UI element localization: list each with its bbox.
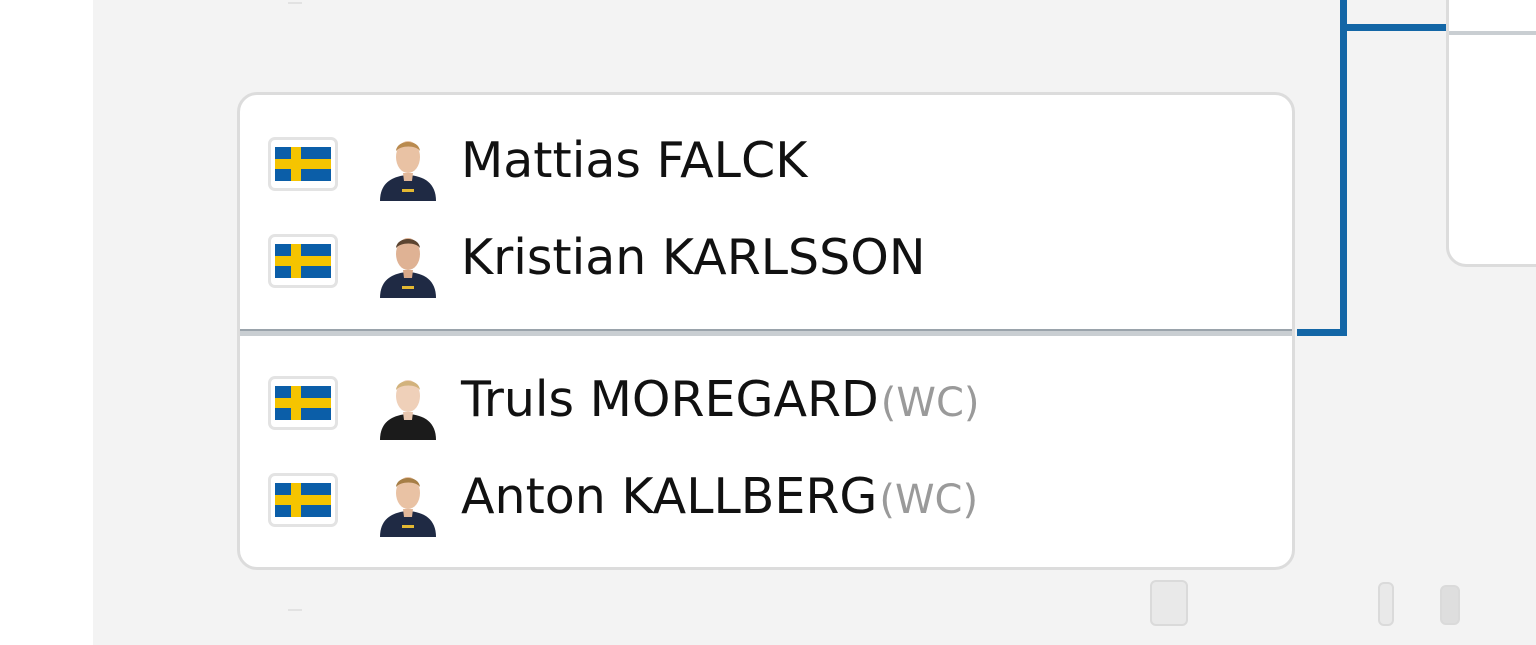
player-name: Anton KALLBERG(WC) xyxy=(461,468,979,525)
scroll-indicator[interactable] xyxy=(1440,585,1460,625)
wildcard-tag: (WC) xyxy=(880,380,980,426)
next-round-match-card[interactable] xyxy=(1446,0,1536,267)
player-row[interactable]: Mattias FALCK xyxy=(240,125,1292,205)
player-name: Truls MOREGARD(WC) xyxy=(461,371,980,428)
bracket-connector-bottom xyxy=(1297,329,1347,336)
scroll-indicator[interactable] xyxy=(1150,580,1188,626)
player-avatar xyxy=(380,141,436,201)
player-row[interactable]: Anton KALLBERG(WC) xyxy=(240,461,1292,541)
team-pair[interactable]: Mattias FALCK Kristian KARLSSON xyxy=(240,95,1292,332)
player-name: Mattias FALCK xyxy=(461,132,808,189)
wildcard-tag: (WC) xyxy=(879,477,979,523)
player-avatar xyxy=(380,238,436,298)
team-pair[interactable]: Truls MOREGARD(WC) Anton KALLBERG(WC) xyxy=(240,336,1292,567)
sweden-flag-icon xyxy=(268,473,338,527)
scroll-indicator[interactable] xyxy=(1378,582,1394,626)
sweden-flag-icon xyxy=(268,137,338,191)
bracket-connector-top xyxy=(1340,24,1446,31)
bracket-tick xyxy=(288,2,302,4)
sweden-flag-icon xyxy=(268,376,338,430)
player-avatar xyxy=(380,380,436,440)
player-name: Kristian KARLSSON xyxy=(461,229,926,286)
sweden-flag-icon xyxy=(268,234,338,288)
bracket-tick xyxy=(288,609,302,611)
bracket-connector-vertical xyxy=(1340,0,1347,336)
player-row[interactable]: Truls MOREGARD(WC) xyxy=(240,364,1292,444)
match-card[interactable]: Mattias FALCK Kristian KARLSSON Truls MO… xyxy=(237,92,1295,570)
player-row[interactable]: Kristian KARLSSON xyxy=(240,222,1292,302)
player-avatar xyxy=(380,477,436,537)
match-divider xyxy=(1449,31,1536,35)
team-divider xyxy=(240,329,1292,336)
